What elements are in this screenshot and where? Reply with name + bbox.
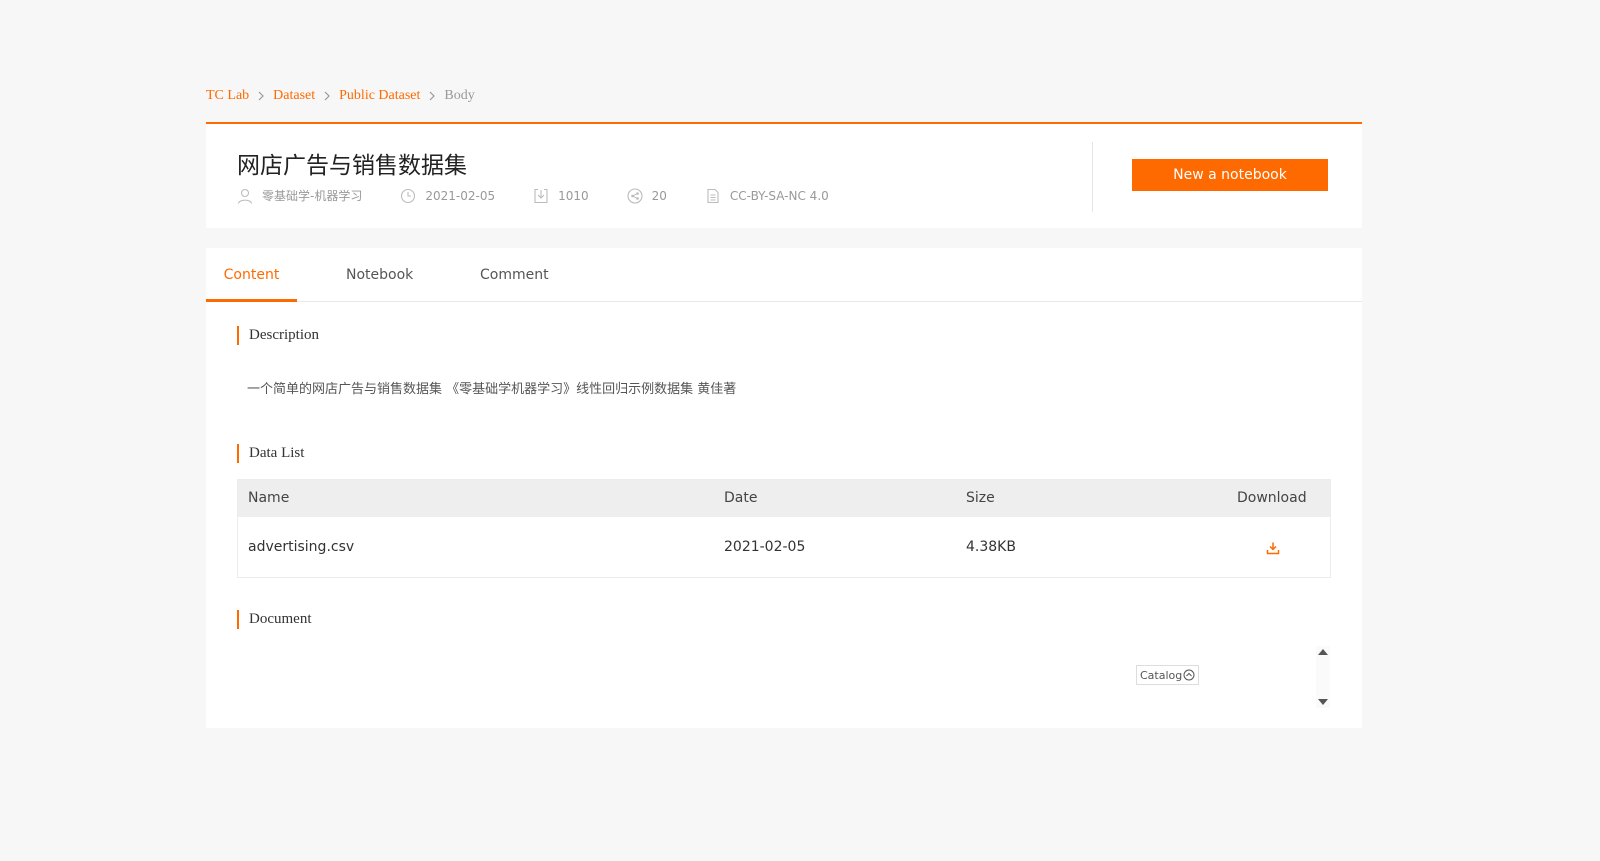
download-count-icon <box>534 188 548 203</box>
data-list-heading: Data List <box>237 444 304 463</box>
license-label[interactable]: CC-BY-SA-NC 4.0 <box>730 189 829 203</box>
new-notebook-button[interactable]: New a notebook <box>1132 159 1328 191</box>
row-file-size: 4.38KB <box>966 539 1016 555</box>
document-icon <box>707 188 719 203</box>
chevron-right-icon <box>428 91 436 101</box>
chevron-right-icon <box>323 91 331 101</box>
dataset-title: 网店广告与销售数据集 <box>237 153 467 179</box>
column-header-download: Download <box>1237 490 1307 506</box>
description-heading: Description <box>237 326 319 345</box>
share-count: 20 <box>651 188 667 203</box>
breadcrumb-public-dataset[interactable]: Public Dataset <box>339 88 420 104</box>
row-file-name: advertising.csv <box>248 539 355 555</box>
scroll-down-icon[interactable] <box>1318 699 1328 705</box>
chevron-circle-up-icon <box>1183 669 1195 681</box>
tab-comment[interactable]: Comment <box>480 248 549 302</box>
dataset-header: 网店广告与销售数据集 零基础学-机器学习 2021-02-05 1010 20 … <box>206 122 1362 228</box>
tab-content[interactable]: Content <box>206 248 297 302</box>
meta-shares: 20 <box>627 187 667 204</box>
description-text: 一个简单的网店广告与销售数据集 《零基础学机器学习》线性回归示例数据集 黄佳著 <box>247 382 737 397</box>
meta-license: CC-BY-SA-NC 4.0 <box>705 188 829 204</box>
document-scrollbar[interactable] <box>1316 646 1330 708</box>
dataset-content: Content Notebook Comment Description 一个简… <box>206 248 1362 728</box>
publish-date: 2021-02-05 <box>425 188 496 203</box>
scroll-up-icon[interactable] <box>1318 649 1328 655</box>
tab-notebook[interactable]: Notebook <box>346 248 413 302</box>
column-header-name: Name <box>248 490 290 506</box>
table-header <box>238 480 1330 517</box>
meta-downloads: 1010 <box>533 188 589 204</box>
column-header-size: Size <box>966 490 995 506</box>
column-header-date: Date <box>724 490 758 506</box>
document-heading: Document <box>237 610 311 629</box>
breadcrumb: TC Lab Dataset Public Dataset Body <box>206 88 475 104</box>
header-divider <box>1092 142 1093 212</box>
dataset-meta: 零基础学-机器学习 2021-02-05 1010 20 CC-BY-SA-NC… <box>237 187 867 204</box>
breadcrumb-tc-lab[interactable]: TC Lab <box>206 88 249 104</box>
user-icon <box>237 188 253 204</box>
breadcrumb-current: Body <box>444 88 475 103</box>
download-count: 1010 <box>558 188 589 203</box>
download-icon[interactable] <box>1266 540 1280 559</box>
chevron-right-icon <box>257 91 265 101</box>
tab-bar: Content Notebook Comment <box>206 248 1362 302</box>
data-list-table: Name Date Size Download advertising.csv … <box>237 479 1331 578</box>
meta-author: 零基础学-机器学习 <box>237 187 362 204</box>
catalog-button[interactable]: Catalog <box>1136 665 1200 685</box>
meta-date: 2021-02-05 <box>400 188 495 204</box>
clock-icon <box>401 188 416 203</box>
row-file-date: 2021-02-05 <box>724 539 806 555</box>
breadcrumb-dataset[interactable]: Dataset <box>273 88 315 104</box>
share-icon <box>627 187 643 204</box>
author-name[interactable]: 零基础学-机器学习 <box>262 187 362 204</box>
catalog-label: Catalog <box>1140 668 1183 682</box>
